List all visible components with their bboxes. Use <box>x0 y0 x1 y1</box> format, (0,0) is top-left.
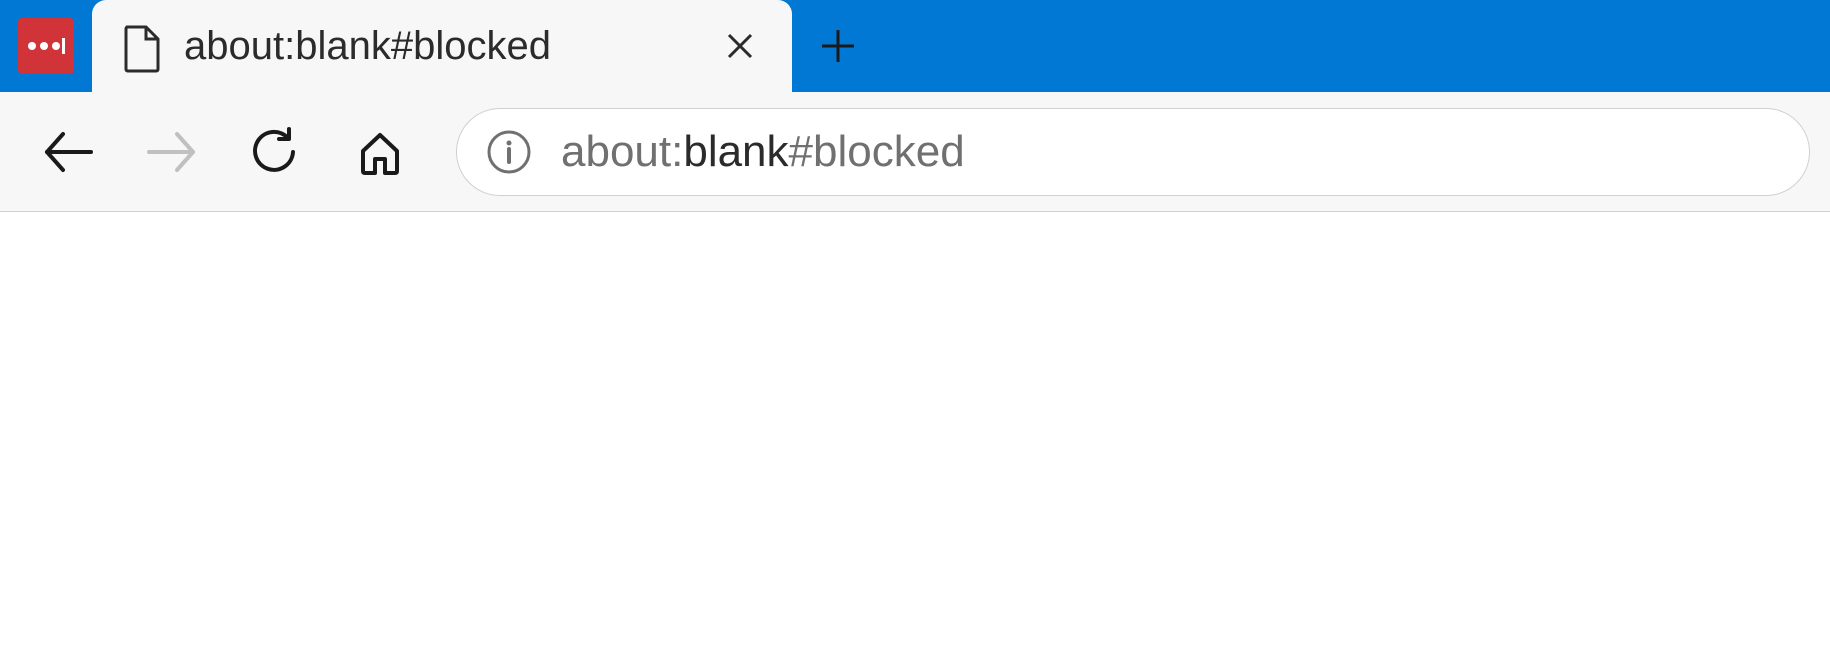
new-tab-button[interactable] <box>792 0 884 92</box>
refresh-button[interactable] <box>228 104 324 200</box>
page-icon <box>120 25 162 67</box>
home-icon <box>355 127 405 177</box>
close-icon <box>725 31 755 61</box>
arrow-left-icon <box>41 130 95 174</box>
close-tab-button[interactable] <box>716 22 764 70</box>
lastpass-icon <box>18 18 74 74</box>
home-button[interactable] <box>332 104 428 200</box>
toolbar: about:blank#blocked <box>0 92 1830 212</box>
forward-button[interactable] <box>124 104 220 200</box>
back-button[interactable] <box>20 104 116 200</box>
pinned-tab[interactable] <box>0 0 92 92</box>
plus-icon <box>818 26 858 66</box>
arrow-right-icon <box>145 130 199 174</box>
url-text: about:blank#blocked <box>561 127 965 177</box>
active-tab[interactable]: about:blank#blocked <box>92 0 792 92</box>
info-icon <box>486 129 532 175</box>
refresh-icon <box>251 127 301 177</box>
address-bar[interactable]: about:blank#blocked <box>456 108 1810 196</box>
site-info-button[interactable] <box>485 128 533 176</box>
tab-title: about:blank#blocked <box>184 24 694 69</box>
tab-strip: about:blank#blocked <box>0 0 1830 92</box>
